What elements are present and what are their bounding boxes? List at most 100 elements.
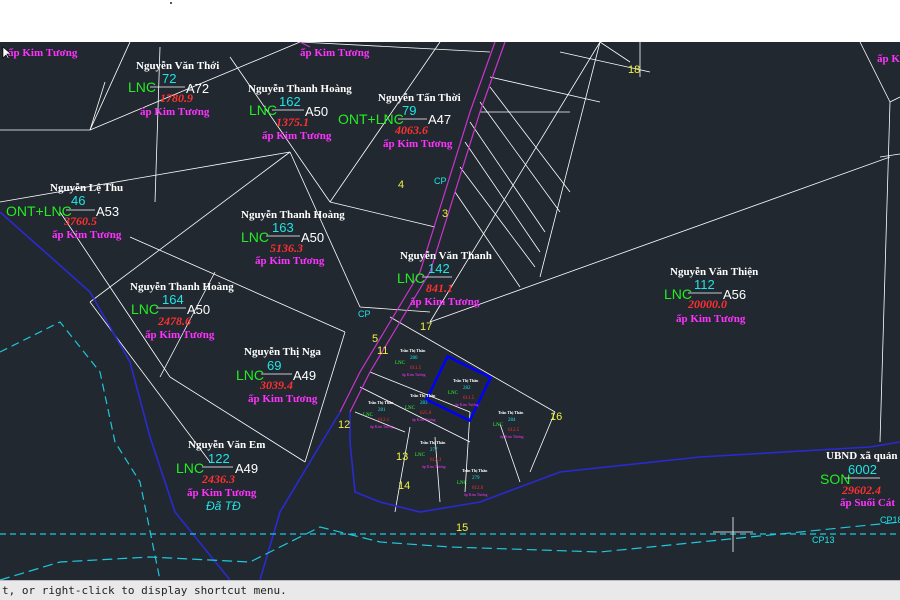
map-sheet: A50 xyxy=(301,230,324,245)
land-use-code: LNC xyxy=(457,481,468,486)
location: ấp Kim Tương xyxy=(248,393,318,405)
parcel-label[interactable]: Nguyễn Văn Thới LNC 72 1780.9 A72 ấp Kim… xyxy=(128,60,219,118)
parcel-label[interactable]: Nguyễn Thanh Hoàng LNC 164 2478.6 A50 ấp… xyxy=(130,281,234,341)
parcel-number: 164 xyxy=(162,292,184,307)
map-sheet: A50 xyxy=(305,104,328,119)
cursor-arrow-icon xyxy=(2,46,12,60)
point-marker: 13 xyxy=(396,451,408,463)
location: ấp Kim Tương xyxy=(262,130,332,142)
location: ấp Kim Tương xyxy=(145,329,215,341)
small-parcel-label[interactable]: Trần Thị Thân LNC 277 612.3 ấp Kim Tương xyxy=(415,440,446,469)
parcel-area: 841.1 xyxy=(426,281,453,295)
parcel-number: 284 xyxy=(508,418,516,423)
location: ấp Kim Tương xyxy=(464,492,488,497)
owner-name: Nguyễn Văn Em xyxy=(188,439,265,451)
location: ấp Kim Tương xyxy=(412,417,436,422)
cadastral-map[interactable]: ấp Kim Tương ấp Kim Tương ấp Kim Tương N… xyxy=(0,42,900,580)
owner-name: Trần Thị Thân xyxy=(400,348,426,353)
parcel-number: 72 xyxy=(162,71,176,86)
owner-name: Nguyễn Lệ Thu xyxy=(50,182,123,194)
parcel-label[interactable]: Nguyễn Văn Thanh LNC 142 841.1 ấp Kim Tư… xyxy=(397,250,492,308)
parcel-area: 2478.6 xyxy=(157,314,191,328)
parcel-label[interactable]: Nguyễn Văn Thiện LNC 112 20000.0 A56 ấp … xyxy=(664,266,758,325)
point-marker: 16 xyxy=(550,411,562,423)
small-parcel-label[interactable]: Trần Thị Thân LNC 282 611.5 ấp Kim Tương xyxy=(448,378,479,407)
small-parcel-label[interactable]: Trần Thị Thân LNC 280 611.5 ấp Kim Tương xyxy=(395,348,426,377)
small-parcel-label[interactable]: Trần Thị Thân LNC 284 612.5 ấp Kim Tương xyxy=(493,410,524,439)
point-marker: 12 xyxy=(338,419,350,431)
owner-name: Nguyễn Văn Thới xyxy=(136,60,219,72)
location: ấp Kim Tương xyxy=(422,464,446,469)
parcel-area: 611.5 xyxy=(463,396,475,401)
parcel-number: 282 xyxy=(463,386,471,391)
control-point-label: CP xyxy=(434,176,447,186)
parcel-label[interactable]: Nguyễn Tấn Thời ONT+LNC 79 4063.6 A47 ấp… xyxy=(338,92,461,150)
control-point-label: CP13 xyxy=(812,535,835,545)
small-parcel-label[interactable]: Trần Thị Thân LNC 283 625.0 ấp Kim Tương xyxy=(405,393,436,422)
location: ấp Kim Tương xyxy=(455,402,479,407)
parcel-number: 122 xyxy=(208,451,230,466)
parcel-number: 46 xyxy=(71,193,85,208)
land-use-code: LNC xyxy=(405,406,416,411)
parcel-area: 5136.3 xyxy=(270,241,303,255)
parcel-label[interactable]: Nguyễn Thanh Hoàng LNC 163 5136.3 A50 ấp… xyxy=(241,209,345,267)
land-use-code: LNC xyxy=(363,413,374,418)
command-line[interactable]: t, or right-click to display shortcut me… xyxy=(0,580,900,600)
small-parcel-label[interactable]: Trần Thị Thân LNC 279 612.0 ấp Kim Tương xyxy=(457,468,488,497)
parcel-label[interactable]: UBND xã quản lý SON 6002 29602.4 ấp Suối… xyxy=(820,450,900,509)
parcel-number: 277 xyxy=(430,448,438,453)
parcel-number: 69 xyxy=(267,358,281,373)
point-marker: 14 xyxy=(398,480,410,492)
parcel-number: 6002 xyxy=(848,462,877,477)
top-label: ấp Kim Tương xyxy=(300,47,370,59)
location: ấp Kim Tương xyxy=(410,296,480,308)
parcel-number: 283 xyxy=(420,401,428,406)
point-marker: 5 xyxy=(372,333,378,345)
parcel-number: 163 xyxy=(272,220,294,235)
control-point-label: CP xyxy=(358,309,371,319)
owner-name: Nguyễn Tấn Thời xyxy=(378,92,461,104)
parcel-number: 279 xyxy=(472,476,480,481)
owner-name: Trần Thị Thân xyxy=(368,400,394,405)
location: ấp Kim Tương xyxy=(402,372,426,377)
parcel-label[interactable]: Nguyễn Văn Em LNC 122 2436.3 A49 ấp Kim … xyxy=(176,439,265,513)
parcel-area: 612.1 xyxy=(378,418,390,423)
location: ấp Suối Cát xyxy=(840,497,895,509)
selected-parcel-outline[interactable] xyxy=(424,354,493,423)
canal-lines xyxy=(0,321,900,580)
parcel-note: Đã TĐ xyxy=(206,499,241,513)
land-use-code: LNC xyxy=(493,423,504,428)
parcel-area: 20000.0 xyxy=(687,297,727,311)
owner-name: Trần Thị Thân xyxy=(462,468,488,473)
point-marker: 4 xyxy=(398,179,404,191)
control-point-label: CP18 xyxy=(880,515,900,525)
owner-name: Trần Thị Thân xyxy=(410,393,436,398)
land-use-code: LNC xyxy=(176,460,204,476)
owner-name: Trần Thị Thân xyxy=(453,378,479,383)
location: ấp Kim Tương xyxy=(140,106,210,118)
map-sheet: A49 xyxy=(293,368,316,383)
location: ấp Kim Tương xyxy=(500,434,524,439)
parcel-area: 3039.4 xyxy=(259,378,293,392)
location: ấp Kim Tương xyxy=(370,424,394,429)
parcel-number: 281 xyxy=(378,408,386,413)
small-parcel-label[interactable]: Trần Thị Thân LNC 281 612.1 ấp Kim Tương xyxy=(363,400,394,429)
location: ấp Kim Tương xyxy=(676,313,746,325)
parcel-number: 162 xyxy=(279,94,301,109)
owner-name: Trần Thị Thân xyxy=(498,410,524,415)
location: ấp Kim Tương xyxy=(255,255,325,267)
parcel-label[interactable]: Nguyễn Thanh Hoàng LNC 162 1375.1 A50 ấp… xyxy=(248,83,352,142)
parcel-number: 280 xyxy=(410,356,418,361)
map-sheet: A49 xyxy=(235,461,258,476)
map-sheet: A56 xyxy=(723,287,746,302)
land-use-code: LNC xyxy=(415,453,426,458)
point-marker: 15 xyxy=(456,522,468,534)
title-dot xyxy=(170,2,172,4)
drawing-viewport[interactable]: ấp Kim Tương ấp Kim Tương ấp Kim Tương N… xyxy=(0,42,900,580)
owner-name: UBND xã quản lý xyxy=(826,450,900,462)
parcel-label[interactable]: Nguyễn Thị Nga LNC 69 3039.4 A49 ấp Kim … xyxy=(236,346,321,405)
land-use-code: LNC xyxy=(241,229,269,245)
location: ấp Kim Tương xyxy=(187,487,257,499)
land-use-code: ONT+LNC xyxy=(338,111,404,127)
map-sheet: A50 xyxy=(187,302,210,317)
